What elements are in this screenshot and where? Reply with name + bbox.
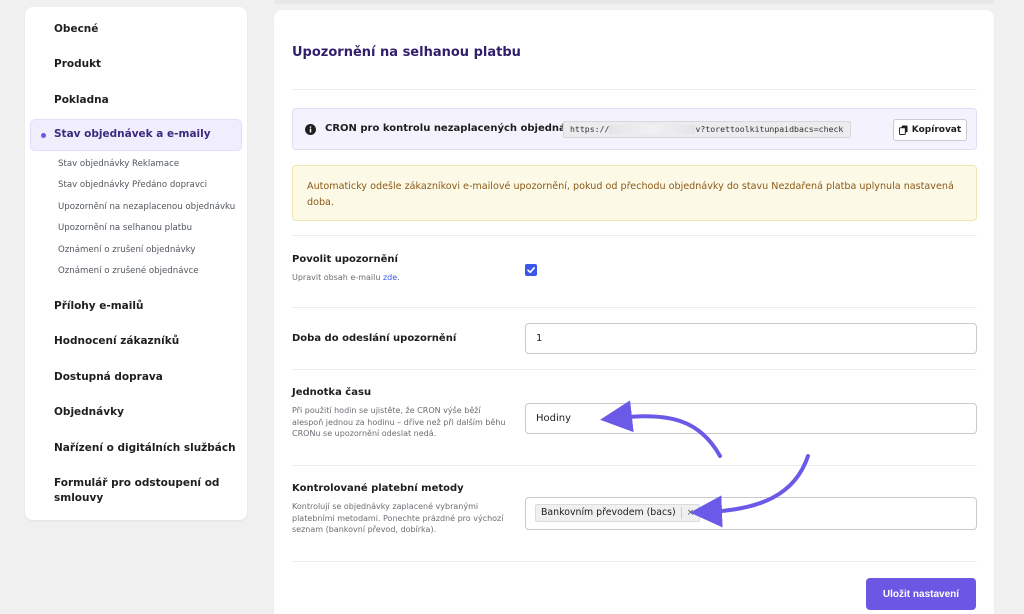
sidebar-item-doprava[interactable]: Dostupná doprava xyxy=(54,371,163,383)
info-icon xyxy=(305,124,316,135)
time-unit-select[interactable]: Hodiny xyxy=(525,403,977,434)
divider xyxy=(292,235,977,236)
sidebar-item-digitalni-sluzby[interactable]: Nařízení o digitálních službách xyxy=(54,442,236,454)
sidebar-item-produkt[interactable]: Produkt xyxy=(54,58,101,70)
delay-label: Doba do odeslání upozornění xyxy=(292,333,457,344)
sidebar-item-formular-odstoupeni[interactable]: Formulář pro odstoupení od smlouvy xyxy=(54,476,234,506)
edit-email-link[interactable]: zde xyxy=(383,273,397,282)
sidebar-subitem-selhana-platba[interactable]: Upozornění na selhanou platbu xyxy=(58,223,192,233)
divider xyxy=(292,465,977,466)
sidebar-item-label: Stav objednávek a e-maily xyxy=(54,128,211,140)
sidebar-item-objednavky[interactable]: Objednávky xyxy=(54,406,124,418)
copy-icon xyxy=(898,125,908,135)
divider xyxy=(292,307,977,308)
remove-chip-icon[interactable]: × xyxy=(687,505,695,521)
sidebar-subitem-zruseni-objednavky[interactable]: Oznámení o zrušení objednávky xyxy=(58,245,195,255)
payment-methods-desc: Kontrolují se objednávky zaplacené vybra… xyxy=(292,502,504,534)
cron-label: CRON pro kontrolu nezaplacených objednáv… xyxy=(325,123,590,134)
chip-separator xyxy=(680,507,682,519)
sidebar-item-hodnoceni[interactable]: Hodnocení zákazníků xyxy=(54,335,179,347)
desc-text: Upravit obsah e-mailu xyxy=(292,273,381,282)
cron-url-prefix: https:// xyxy=(570,124,610,134)
payment-method-chip: Bankovním převodem (bacs) × xyxy=(535,504,701,522)
cron-info-box: CRON pro kontrolu nezaplacených objednáv… xyxy=(292,108,977,150)
enable-notification-desc: Upravit obsah e-mailu zde. xyxy=(292,272,514,284)
divider xyxy=(292,89,977,90)
sidebar-item-obecne[interactable]: Obecné xyxy=(54,23,98,35)
sidebar-item-order-status-emails[interactable]: Stav objednávek a e-maily xyxy=(30,119,242,151)
top-panel-edge xyxy=(274,0,994,4)
divider xyxy=(292,561,977,562)
notice-message: Automaticky odešle zákazníkovi e-mailové… xyxy=(292,165,977,221)
copy-button[interactable]: Kopírovat xyxy=(893,119,967,141)
divider xyxy=(292,369,977,370)
sidebar-item-prilohy[interactable]: Přílohy e-mailů xyxy=(54,300,143,312)
page-title: Upozornění na selhanou platbu xyxy=(292,45,521,60)
sidebar-subitem-predano-dopravci[interactable]: Stav objednávky Předáno dopravci xyxy=(58,180,207,190)
settings-panel: Upozornění na selhanou platbu CRON pro k… xyxy=(274,10,994,614)
copy-button-label: Kopírovat xyxy=(911,125,962,135)
save-settings-button[interactable]: Uložit nastavení xyxy=(866,578,976,610)
cron-url-field[interactable]: https:// v?torettoolkitunpaidbacs=check xyxy=(563,121,851,138)
time-unit-desc: Při použití hodin se ujistěte, že CRON v… xyxy=(292,406,506,438)
sidebar-subitem-zrusena-objednavka[interactable]: Oznámení o zrušené objednávce xyxy=(58,266,199,276)
time-unit-label: Jednotka času xyxy=(292,387,372,398)
sidebar-subitem-nezaplacena-objednavka[interactable]: Upozornění na nezaplacenou objednávku xyxy=(58,202,235,212)
enable-notification-label: Povolit upozornění xyxy=(292,254,398,265)
delay-input[interactable]: 1 xyxy=(525,323,977,354)
active-dot-icon xyxy=(41,133,46,138)
payment-methods-label: Kontrolované platební metody xyxy=(292,483,464,494)
settings-sidebar: Obecné Produkt Pokladna Stav objednávek … xyxy=(25,7,247,520)
sidebar-subitem-reklamace[interactable]: Stav objednávky Reklamace xyxy=(58,159,179,169)
enable-notification-checkbox[interactable] xyxy=(525,264,537,276)
sidebar-item-pokladna[interactable]: Pokladna xyxy=(54,94,109,106)
chip-label: Bankovním převodem (bacs) xyxy=(541,507,676,518)
checkmark-icon xyxy=(527,267,535,274)
redacted-url-part xyxy=(609,125,696,134)
cron-url-suffix: v?torettoolkitunpaidbacs=check xyxy=(695,124,844,134)
payment-methods-select[interactable]: Bankovním převodem (bacs) × xyxy=(525,497,977,530)
desc-punct: . xyxy=(397,273,400,282)
